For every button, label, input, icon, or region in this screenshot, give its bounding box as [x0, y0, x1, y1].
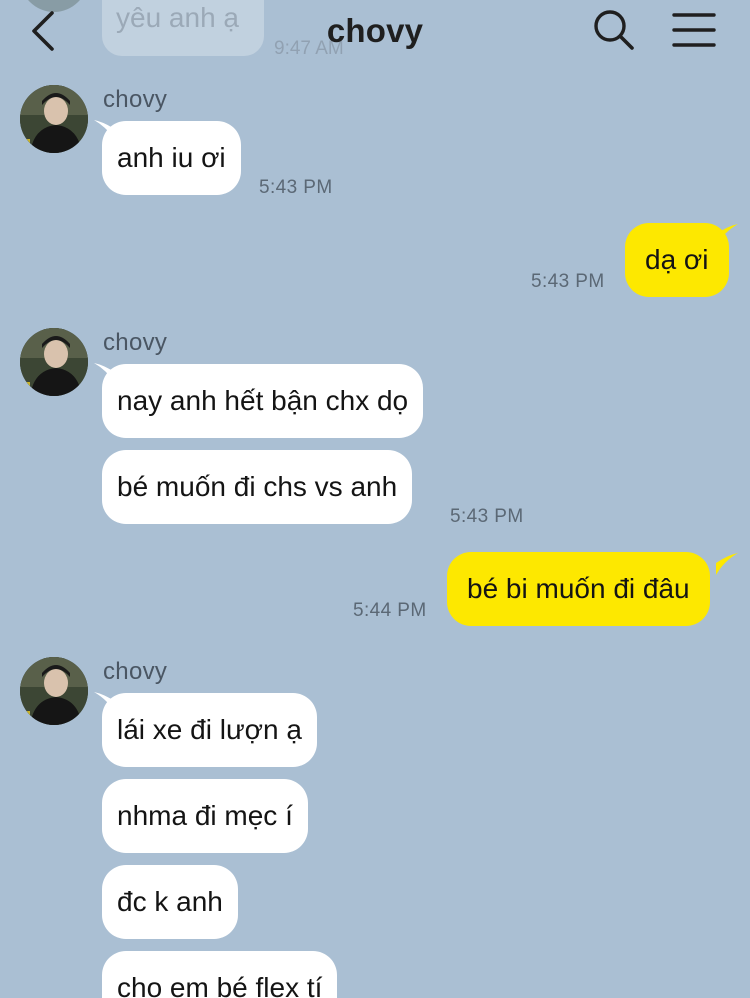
- message-time: 5:44 PM: [353, 600, 427, 621]
- chat-screen: yêu anh ạ 9:47 AM chovy chovy anh iu ơi …: [0, 0, 750, 998]
- menu-button[interactable]: [672, 10, 716, 50]
- avatar[interactable]: [20, 328, 88, 396]
- message-bubble[interactable]: đc k anh: [102, 865, 238, 939]
- sender-name: chovy: [103, 658, 168, 685]
- sender-name: chovy: [103, 329, 168, 356]
- message-time: 5:43 PM: [531, 271, 605, 292]
- sender-name: chovy: [103, 86, 168, 113]
- message-bubble[interactable]: nay anh hết bận chx dọ: [102, 364, 424, 438]
- message-bubble[interactable]: anh iu ơi: [102, 121, 241, 195]
- chevron-left-icon: [32, 11, 54, 51]
- message-bubble[interactable]: lái xe đi lượn ạ: [102, 693, 317, 767]
- search-button[interactable]: [592, 8, 636, 52]
- search-icon: [594, 10, 634, 50]
- message-bubble[interactable]: bé muốn đi chs vs anh: [102, 450, 413, 524]
- chat-header: chovy: [0, 0, 750, 62]
- message-bubble[interactable]: dạ ơi: [625, 223, 729, 297]
- message-bubble[interactable]: cho em bé flex tí: [102, 951, 338, 998]
- avatar[interactable]: [20, 85, 88, 153]
- message-bubble[interactable]: nhma đi mẹc í: [102, 779, 308, 853]
- avatar[interactable]: [20, 657, 88, 725]
- message-bubble[interactable]: bé bi muốn đi đâu: [447, 552, 710, 626]
- message-time: 5:43 PM: [259, 177, 333, 198]
- chat-title: chovy: [326, 12, 424, 49]
- bubble-tail: [716, 553, 738, 575]
- hamburger-menu-icon: [672, 13, 716, 47]
- back-button[interactable]: [26, 10, 62, 52]
- message-time: 5:43 PM: [450, 506, 524, 527]
